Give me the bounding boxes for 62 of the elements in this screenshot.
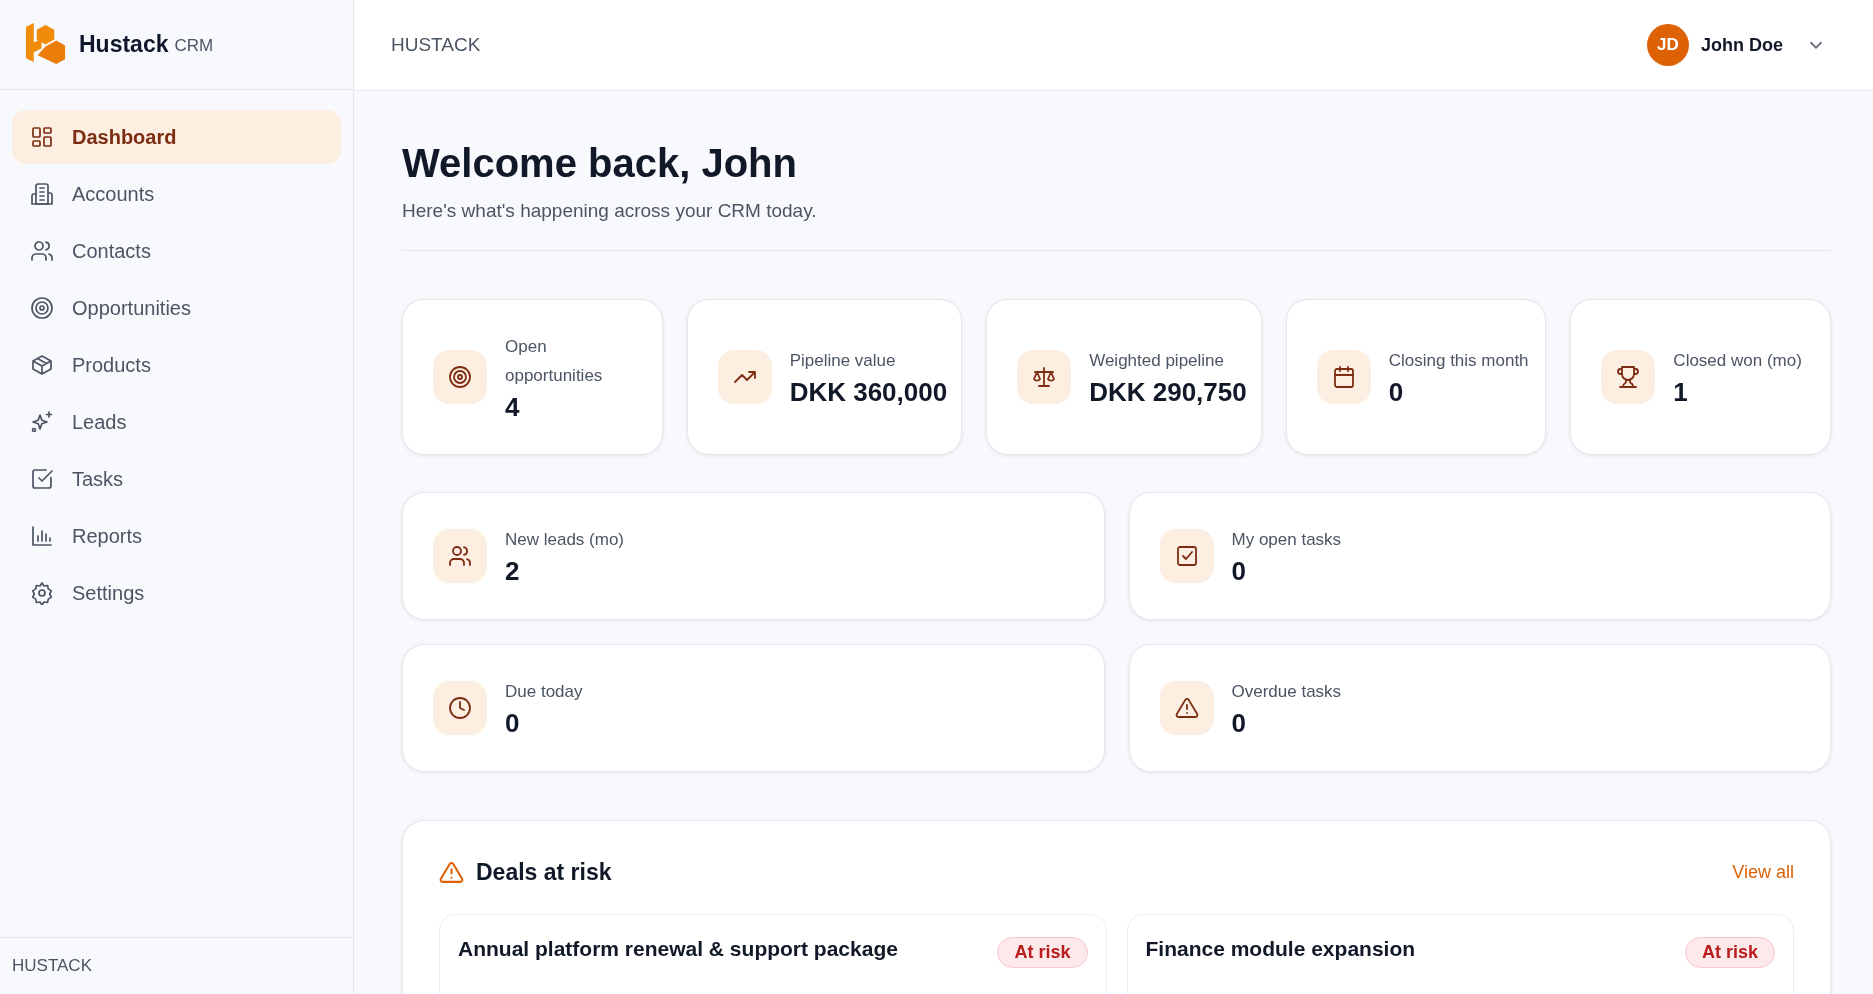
stat-label: Closing this month <box>1388 350 1529 372</box>
sidebar-item[interactable]: Products <box>12 338 341 392</box>
sidebar-item[interactable]: Tasks <box>12 452 341 506</box>
users-icon <box>30 239 54 263</box>
sidebar-item[interactable]: Settings <box>12 566 341 620</box>
sidebar-item[interactable]: Leads <box>12 395 341 449</box>
gear-icon <box>30 581 54 605</box>
sidebar-item[interactable]: Dashboard <box>12 110 341 164</box>
sidebar-item[interactable]: Opportunities <box>12 281 341 335</box>
deal-card[interactable]: Annual platform renewal & support package At risk <box>439 914 1107 994</box>
sparkle-icon <box>30 410 54 434</box>
stat-value: DKK 290,750 <box>1089 377 1247 408</box>
stat-value: 0 <box>1388 377 1405 408</box>
stat-label: Open opportunities <box>505 335 604 387</box>
brand-name: Hustack <box>79 31 169 58</box>
warning-icon <box>439 860 464 885</box>
avatar: JD <box>1647 24 1689 66</box>
box-icon <box>30 353 54 377</box>
section-title: Deals at risk <box>476 859 613 886</box>
stat-label: New leads (mo) <box>505 529 625 551</box>
check-icon <box>1174 544 1199 568</box>
stat-value: 1 <box>1673 377 1689 408</box>
stat-value: DKK 360,000 <box>789 377 948 408</box>
stat-label: Due today <box>505 681 583 703</box>
calendar-icon <box>1331 365 1356 389</box>
check-icon <box>30 467 54 491</box>
page-header-title: HUSTACK <box>391 34 481 56</box>
stat-value: 4 <box>505 391 521 423</box>
user-menu[interactable]: JD John Doe <box>1641 23 1833 67</box>
deal-card[interactable]: Finance module expansion At risk <box>1126 914 1794 994</box>
stat-value: 0 <box>1231 556 1247 587</box>
stat-value: 0 <box>1231 708 1247 739</box>
brand-suffix: CRM <box>174 36 214 56</box>
deal-title: Finance module expansion <box>1145 937 1416 961</box>
logo-icon <box>24 23 67 66</box>
sidebar-item[interactable]: Reports <box>12 509 341 563</box>
sidebar-item[interactable]: Contacts <box>12 224 341 278</box>
welcome-subtitle: Here's what's happening across your CRM today. <box>402 200 818 222</box>
alert-icon <box>1174 696 1199 720</box>
stat-label: Closed won (mo) <box>1673 350 1802 372</box>
target-icon <box>448 365 472 389</box>
deal-title: Annual platform renewal & support package <box>458 937 898 961</box>
target-icon <box>30 296 54 320</box>
sidebar-item[interactable]: Accounts <box>12 167 341 221</box>
users-icon <box>448 544 472 568</box>
chart-icon <box>30 524 54 548</box>
scale-icon <box>1032 365 1057 389</box>
stat-label: Weighted pipeline <box>1089 350 1225 372</box>
welcome-title: Welcome back, John <box>402 141 798 186</box>
trophy-icon <box>1616 365 1641 389</box>
stat-value: 2 <box>505 556 521 587</box>
stat-value: 0 <box>505 708 521 739</box>
grid-icon <box>30 125 54 149</box>
status-badge: At risk <box>997 937 1088 968</box>
status-badge: At risk <box>1684 937 1775 968</box>
stat-label: My open tasks <box>1231 529 1342 551</box>
stat-label: Overdue tasks <box>1231 681 1342 703</box>
stat-label: Pipeline value <box>789 350 897 372</box>
sidebar-footer-text: HUSTACK <box>12 956 92 976</box>
clock-icon <box>448 696 472 720</box>
view-all-link[interactable]: View all <box>1732 862 1794 883</box>
building-icon <box>30 182 54 206</box>
